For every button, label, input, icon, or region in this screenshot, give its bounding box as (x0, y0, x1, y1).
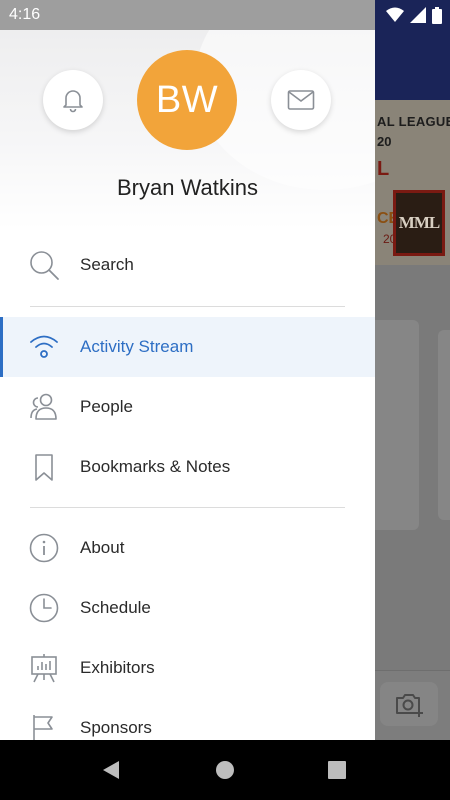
status-bar-left (0, 0, 375, 30)
event-logo: MML (393, 190, 445, 256)
clock-icon (28, 592, 60, 624)
menu-item-about[interactable]: About (0, 518, 375, 578)
menu-item-label: Schedule (80, 598, 151, 617)
divider (30, 306, 345, 307)
avatar-initials: BW (155, 78, 219, 121)
menu-item-exhibitors[interactable]: Exhibitors (0, 638, 375, 698)
menu-item-label: Sponsors (80, 718, 152, 737)
event-logo-text: MML (398, 213, 440, 232)
home-icon[interactable] (216, 761, 234, 779)
presentation-icon (28, 652, 60, 684)
menu-item-label: Search (80, 255, 134, 274)
bell-icon (63, 90, 83, 113)
menu-item-label: Exhibitors (80, 658, 155, 677)
people-icon (28, 391, 60, 423)
menu-item-people[interactable]: People (0, 377, 375, 437)
back-icon[interactable] (102, 760, 120, 780)
banner-text: 20 (377, 134, 392, 149)
cell-signal-icon (410, 7, 426, 23)
menu-item-label: People (80, 397, 133, 416)
wifi-icon (28, 331, 60, 363)
banner-text: AL LEAGUE (377, 114, 450, 129)
status-icons (386, 6, 442, 24)
status-bar: 4:16 (0, 0, 450, 30)
wifi-signal-icon (386, 7, 404, 22)
menu-item-search[interactable]: Search (0, 235, 375, 295)
search-icon (28, 249, 60, 281)
navigation-drawer: BW Bryan Watkins Search Activity Stream … (0, 30, 375, 740)
flag-icon (28, 712, 60, 740)
menu-item-label: About (80, 538, 125, 557)
status-time: 4:16 (9, 6, 41, 23)
battery-icon (432, 6, 442, 24)
divider (30, 507, 345, 508)
mail-icon (287, 90, 315, 110)
camera-add-icon (380, 682, 438, 726)
background-card (375, 320, 419, 530)
menu-item-activity-stream[interactable]: Activity Stream (0, 317, 375, 377)
menu-item-sponsors[interactable]: Sponsors (0, 698, 375, 740)
avatar[interactable]: BW (137, 50, 237, 150)
info-icon (28, 532, 60, 564)
bookmark-icon (28, 451, 60, 483)
menu-item-schedule[interactable]: Schedule (0, 578, 375, 638)
recent-apps-icon[interactable] (328, 761, 346, 779)
menu-item-label: Bookmarks & Notes (80, 457, 231, 476)
menu-item-bookmarks-notes[interactable]: Bookmarks & Notes (0, 437, 375, 497)
background-card (438, 330, 450, 520)
menu-item-label: Activity Stream (80, 337, 194, 356)
banner-text: L (377, 158, 390, 180)
user-name: Bryan Watkins (116, 175, 258, 200)
notifications-button[interactable] (43, 70, 103, 130)
drawer-header: BW Bryan Watkins (0, 30, 375, 230)
system-navigation-bar (0, 740, 450, 800)
messages-button[interactable] (271, 70, 331, 130)
